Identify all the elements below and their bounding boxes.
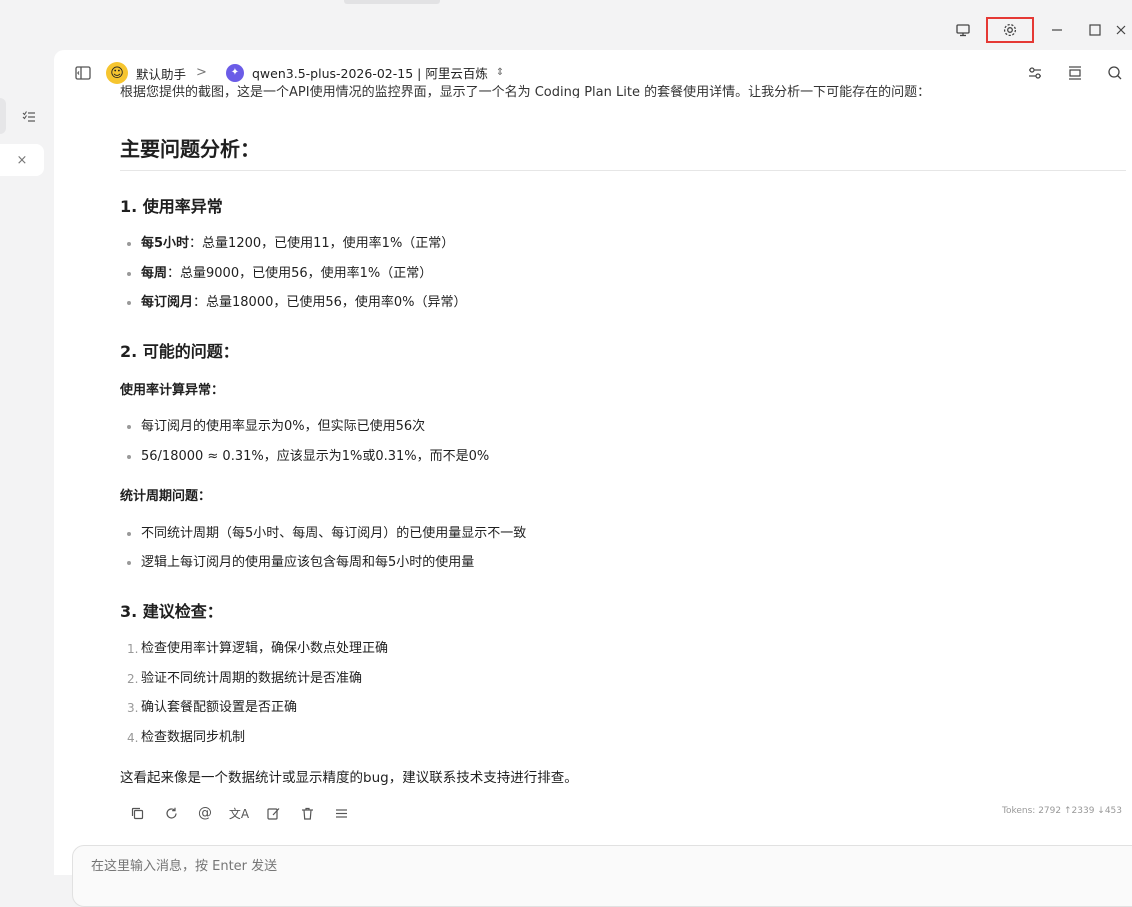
model-icon: ✦ bbox=[226, 63, 244, 82]
gear-icon[interactable] bbox=[986, 17, 1034, 43]
section-title: 1. 使用率异常 bbox=[120, 197, 223, 216]
assistant-selector[interactable]: ☺ 默认助手 bbox=[106, 62, 186, 84]
list-item: 验证不同统计周期的数据统计是否准确 bbox=[141, 671, 363, 686]
sidebar-item-close[interactable]: × bbox=[0, 144, 44, 176]
monitor-icon[interactable] bbox=[944, 15, 982, 45]
list-item: 56/18000 ≈ 0.31%，应该显示为1%或0.31%，而不是0% bbox=[141, 449, 490, 464]
close-icon[interactable] bbox=[1114, 15, 1132, 45]
list-item: 逻辑上每订阅月的使用量应该包含每周和每5小时的使用量 bbox=[141, 555, 475, 570]
message-heading: 主要问题分析： bbox=[120, 137, 260, 161]
close-icon[interactable]: × bbox=[17, 153, 28, 168]
refresh-icon[interactable] bbox=[160, 802, 182, 824]
bullet bbox=[127, 532, 131, 536]
active-tab-indicator bbox=[344, 0, 440, 4]
sub-title: 统计周期问题： bbox=[120, 489, 212, 504]
list-number: 2. bbox=[127, 672, 139, 686]
token-count: Tokens: 2792 ↑2339 ↓453 bbox=[1002, 806, 1122, 816]
list-item: 确认套餐配额设置是否正确 bbox=[141, 700, 298, 715]
section-title: 3. 建议检查： bbox=[120, 602, 223, 621]
window-controls bbox=[944, 10, 1132, 50]
maximize-icon[interactable] bbox=[1076, 15, 1114, 45]
list-item: 每订阅月：总量18000，已使用56，使用率0%（异常） bbox=[141, 295, 467, 310]
sub-title: 使用率计算异常： bbox=[120, 383, 225, 398]
bullet bbox=[127, 301, 131, 305]
model-selector[interactable]: ✦ qwen3.5-plus-2026-02-15 | 阿里云百炼 ⇕ bbox=[226, 63, 504, 82]
bullet bbox=[127, 242, 131, 246]
list-item: 每订阅月的使用率显示为0%，但实际已使用56次 bbox=[141, 419, 426, 434]
heading-divider bbox=[120, 170, 1126, 171]
message-composer[interactable] bbox=[72, 845, 1132, 907]
conclusion-text: 这看起来像是一个数据统计或显示精度的bug，建议联系技术支持进行排查。 bbox=[120, 770, 578, 786]
list-number: 1. bbox=[127, 642, 139, 656]
sidebar-item-active[interactable] bbox=[0, 98, 6, 134]
copy-icon[interactable] bbox=[126, 802, 148, 824]
message-input[interactable] bbox=[89, 858, 593, 875]
sidebar-toggle-icon[interactable] bbox=[74, 64, 92, 82]
sliders-icon[interactable] bbox=[1024, 62, 1046, 84]
bullet bbox=[127, 425, 131, 429]
model-name: qwen3.5-plus-2026-02-15 | 阿里云百炼 bbox=[252, 66, 488, 81]
section-title: 2. 可能的问题： bbox=[120, 342, 239, 361]
list-item: 检查数据同步机制 bbox=[141, 730, 246, 745]
chevron-updown-icon: ⇕ bbox=[495, 67, 505, 78]
message-actions: @ 文A bbox=[126, 802, 352, 824]
assistant-name: 默认助手 bbox=[136, 66, 187, 82]
list-item: 每5小时：总量1200，已使用11，使用率1%（正常） bbox=[141, 236, 455, 251]
list-number: 3. bbox=[127, 701, 139, 715]
edit-icon[interactable] bbox=[262, 802, 284, 824]
avatar: ☺ bbox=[106, 62, 128, 84]
minimize-icon[interactable] bbox=[1038, 15, 1076, 45]
list-check-icon[interactable] bbox=[20, 108, 38, 126]
list-item: 检查使用率计算逻辑，确保小数点处理正确 bbox=[141, 641, 389, 656]
list-item: 不同统计周期（每5小时、每周、每订阅月）的已使用量显示不一致 bbox=[141, 526, 527, 541]
expand-icon[interactable] bbox=[1064, 62, 1086, 84]
search-icon[interactable] bbox=[1104, 62, 1126, 84]
list-item: 每周：总量9000，已使用56，使用率1%（正常） bbox=[141, 266, 433, 281]
chat-panel: ☺ 默认助手 > ✦ qwen3.5-plus-2026-02-15 | 阿里云… bbox=[54, 50, 1132, 907]
bullet bbox=[127, 561, 131, 565]
header-actions bbox=[1024, 62, 1132, 84]
mention-icon[interactable]: @ bbox=[194, 802, 216, 824]
intro-line: 根据您提供的截图，这是一个API使用情况的监控界面，显示了一个名为 Coding… bbox=[120, 85, 931, 98]
delete-icon[interactable] bbox=[296, 802, 318, 824]
sidebar: × bbox=[0, 50, 54, 875]
bullet bbox=[127, 455, 131, 459]
bullet bbox=[127, 272, 131, 276]
menu-icon[interactable] bbox=[330, 802, 352, 824]
breadcrumb-separator: > bbox=[196, 65, 207, 80]
translate-icon[interactable]: 文A bbox=[228, 802, 250, 824]
list-number: 4. bbox=[127, 731, 139, 745]
